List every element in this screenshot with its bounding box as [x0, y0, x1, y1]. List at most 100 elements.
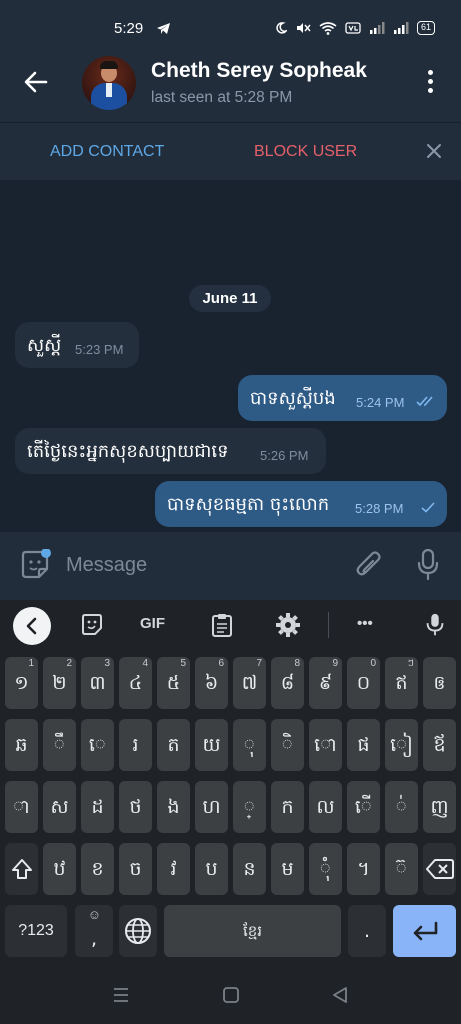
settings-gear-icon[interactable]	[275, 612, 301, 638]
message-incoming[interactable]: សួស្តី 5:23 PM	[15, 322, 139, 368]
globe-icon	[125, 918, 151, 944]
message-incoming[interactable]: តើថ្ងៃនេះអ្នកសុខសប្បាយជាទេ 5:26 PM	[15, 428, 326, 474]
key[interactable]: ុ	[233, 719, 266, 771]
last-seen-status: last seen at 5:28 PM	[151, 89, 293, 106]
back-arrow-icon[interactable]	[22, 68, 50, 96]
close-icon[interactable]	[424, 141, 444, 161]
key[interactable]: ម	[271, 843, 304, 895]
key[interactable]: ១1	[5, 657, 38, 709]
key[interactable]: ល	[309, 781, 342, 833]
message-text: តើថ្ងៃនេះអ្នកសុខសប្បាយជាទេ	[27, 441, 229, 462]
block-user-button[interactable]: BLOCK USER	[254, 143, 357, 161]
key[interactable]: ុំ	[309, 843, 342, 895]
message-input[interactable]: Message	[66, 554, 147, 577]
key[interactable]: ឪ	[423, 719, 456, 771]
recent-apps-icon[interactable]	[112, 987, 130, 1003]
double-check-icon	[416, 396, 433, 407]
battery-indicator: 61	[416, 21, 435, 35]
more-options-button[interactable]: •••	[357, 615, 373, 641]
key[interactable]: ៀ	[385, 719, 418, 771]
key[interactable]: ង	[157, 781, 190, 833]
key[interactable]: ហ	[195, 781, 228, 833]
key[interactable]: ឲ	[423, 657, 456, 709]
message-time: 5:26 PM	[260, 448, 309, 463]
date-separator: June 11	[189, 285, 271, 312]
key[interactable]: ឥៗ	[385, 657, 418, 709]
status-icons: 61	[275, 21, 435, 35]
clipboard-icon[interactable]	[210, 612, 234, 638]
sticker-icon[interactable]	[19, 549, 51, 581]
key[interactable]: ៊	[385, 843, 418, 895]
key[interactable]: ៣3	[81, 657, 114, 709]
key[interactable]: េ	[81, 719, 114, 771]
keyboard-collapse-button[interactable]	[13, 607, 51, 645]
key[interactable]: យ	[195, 719, 228, 771]
key[interactable]: ច	[119, 843, 152, 895]
message-time: 5:23 PM	[75, 342, 124, 357]
key[interactable]: ា	[5, 781, 38, 833]
key[interactable]: ន	[233, 843, 266, 895]
key[interactable]: ប	[195, 843, 228, 895]
message-outgoing[interactable]: បាទសុខធម្មតា ចុះលោក 5:28 PM	[155, 481, 447, 527]
key[interactable]: ២2	[43, 657, 76, 709]
message-time: 5:24 PM	[356, 395, 405, 410]
attach-icon[interactable]	[354, 550, 384, 582]
key[interactable]: វ	[157, 843, 190, 895]
key[interactable]: ់	[385, 781, 418, 833]
telegram-icon	[157, 23, 170, 34]
enter-arrow-icon	[413, 921, 437, 941]
space-key[interactable]: ខ្មែរ	[164, 905, 341, 957]
key[interactable]: ៨8	[271, 657, 304, 709]
key[interactable]: ។	[347, 843, 380, 895]
home-icon[interactable]	[222, 986, 240, 1004]
key[interactable]: ៤4	[119, 657, 152, 709]
key[interactable]: ោ	[309, 719, 342, 771]
key[interactable]: ិ	[271, 719, 304, 771]
key[interactable]: ៧7	[233, 657, 266, 709]
language-key[interactable]	[119, 905, 157, 957]
backspace-icon	[425, 859, 454, 879]
key[interactable]: ស	[43, 781, 76, 833]
key[interactable]: ៦6	[195, 657, 228, 709]
gif-button[interactable]: GIF	[140, 615, 165, 641]
wifi-icon	[319, 21, 337, 35]
system-navigation-bar	[0, 964, 461, 1024]
key[interactable]: ០0	[347, 657, 380, 709]
key[interactable]: ត	[157, 719, 190, 771]
key[interactable]: ្	[233, 781, 266, 833]
key[interactable]: ដ	[81, 781, 114, 833]
key[interactable]: ផ	[347, 719, 380, 771]
shift-key[interactable]	[5, 843, 38, 895]
message-text: បាទសួស្តីបង	[250, 388, 336, 409]
chat-header: Cheth Serey Sopheak last seen at 5:28 PM	[0, 46, 461, 122]
key[interactable]: ខ	[81, 843, 114, 895]
message-list[interactable]: June 11 សួស្តី 5:23 PM បាទសួស្តីបង 5:24 …	[0, 180, 461, 532]
add-contact-button[interactable]: ADD CONTACT	[50, 143, 164, 161]
enter-key[interactable]	[393, 905, 456, 957]
message-outgoing[interactable]: បាទសួស្តីបង 5:24 PM	[238, 375, 447, 421]
key[interactable]: ញ	[423, 781, 456, 833]
contact-name[interactable]: Cheth Serey Sopheak	[151, 59, 367, 83]
symbols-key[interactable]: ?123	[5, 905, 67, 957]
moon-icon	[276, 22, 287, 34]
key[interactable]: ៩9	[309, 657, 342, 709]
back-triangle-icon[interactable]	[331, 986, 349, 1004]
avatar[interactable]	[82, 56, 136, 110]
microphone-icon[interactable]	[416, 548, 440, 582]
key[interactable]: ៥5	[157, 657, 190, 709]
emoji-sticker-icon[interactable]	[79, 612, 105, 638]
voice-input-icon[interactable]	[424, 612, 446, 638]
key[interactable]: ើ	[347, 781, 380, 833]
key[interactable]: ថ	[119, 781, 152, 833]
chevron-left-icon	[26, 617, 37, 635]
backspace-key[interactable]	[423, 843, 456, 895]
status-bar: 5:29 61	[0, 0, 461, 46]
key[interactable]: ឹ	[43, 719, 76, 771]
comma-key[interactable]: ☺ ,	[75, 905, 113, 957]
key[interactable]: ឆ	[5, 719, 38, 771]
more-vertical-icon[interactable]	[420, 70, 440, 98]
key[interactable]: ក	[271, 781, 304, 833]
key[interactable]: រ	[119, 719, 152, 771]
key[interactable]: ឋ	[43, 843, 76, 895]
period-key[interactable]: .	[348, 905, 386, 957]
